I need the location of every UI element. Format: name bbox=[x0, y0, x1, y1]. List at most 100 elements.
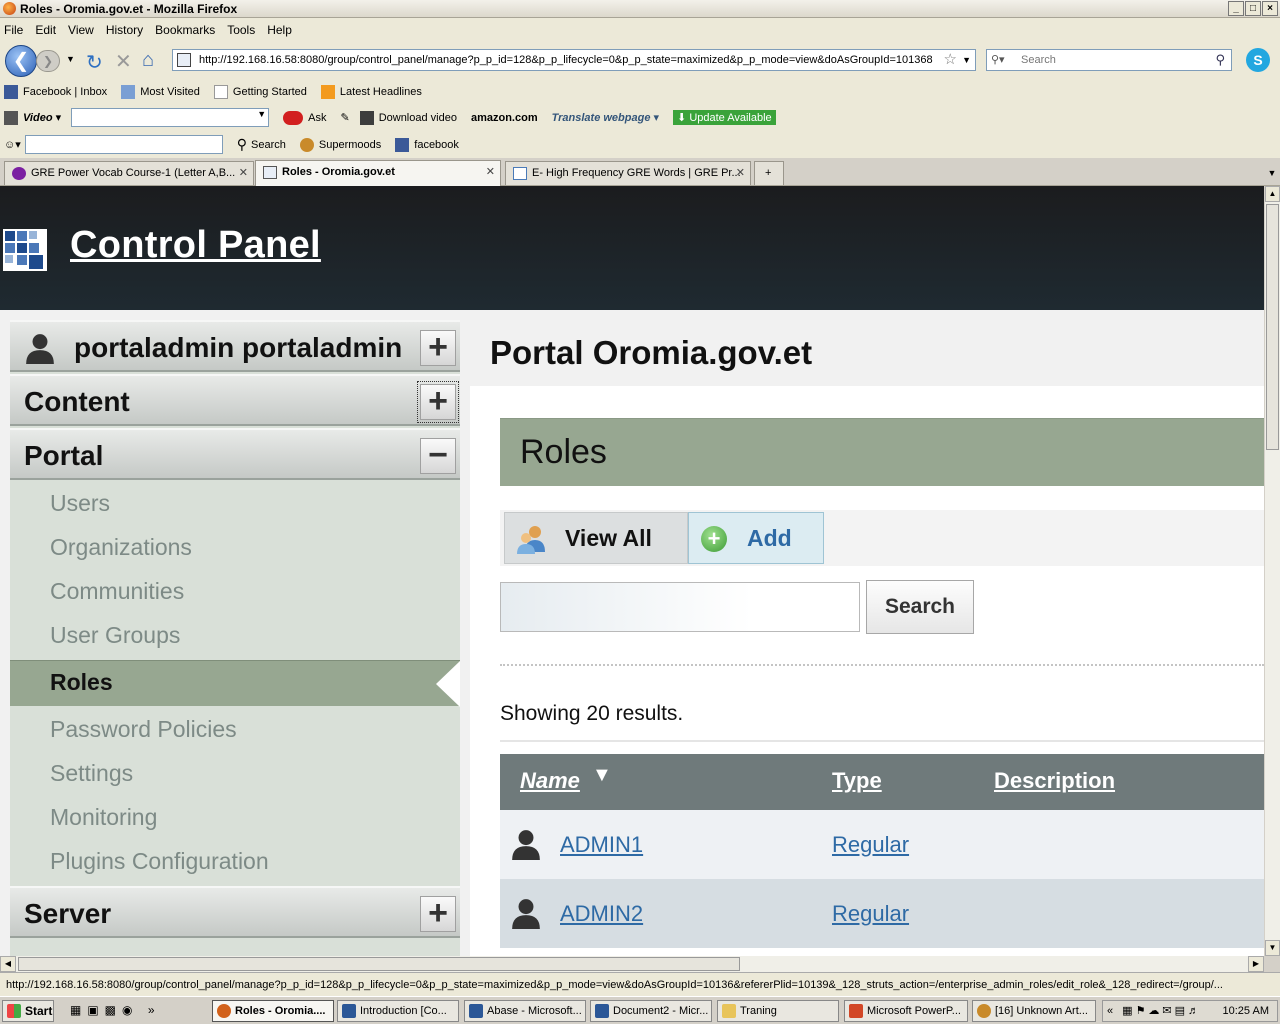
sidebar-item-settings[interactable]: Settings bbox=[50, 760, 133, 787]
back-button[interactable]: ❮ bbox=[5, 45, 37, 77]
skype-icon[interactable]: S bbox=[1246, 48, 1270, 72]
url-input[interactable]: http://192.168.16.58:8080/group/control_… bbox=[172, 49, 976, 71]
sidebar-item-users[interactable]: Users bbox=[50, 490, 110, 517]
bookmark-star-icon[interactable]: ☆ bbox=[943, 50, 957, 70]
scroll-left-arrow[interactable]: ◀ bbox=[0, 956, 16, 972]
expand-plus-icon[interactable]: + bbox=[420, 330, 456, 366]
tray-icons[interactable]: « ▦⚑☁✉▤♬ bbox=[1107, 1001, 1202, 1021]
amazon-button[interactable]: amazon.com bbox=[471, 112, 538, 124]
collapse-minus-icon[interactable]: − bbox=[420, 438, 456, 474]
clock[interactable]: 10:25 AM bbox=[1223, 1005, 1269, 1017]
toolbar-search-input[interactable] bbox=[24, 135, 223, 154]
history-dropdown-icon[interactable]: ▼ bbox=[66, 54, 75, 64]
roles-search-input[interactable] bbox=[500, 582, 860, 632]
menu-file[interactable]: File bbox=[4, 23, 23, 37]
ask-button[interactable]: Ask bbox=[283, 110, 326, 125]
bookmark-latest-headlines[interactable]: Latest Headlines bbox=[320, 85, 422, 99]
scroll-down-arrow[interactable]: ▼ bbox=[1265, 940, 1280, 956]
home-icon[interactable]: ⌂ bbox=[142, 49, 154, 72]
translate-button[interactable]: Translate webpage ▾ bbox=[552, 111, 659, 125]
sidebar-section-content[interactable]: Content + bbox=[10, 374, 460, 426]
scroll-up-arrow[interactable]: ▲ bbox=[1265, 186, 1280, 202]
taskbar-item-roles[interactable]: Roles - Oromia.... bbox=[212, 1000, 334, 1022]
menu-history[interactable]: History bbox=[106, 23, 143, 37]
role-name-link[interactable]: ADMIN2 bbox=[560, 901, 643, 927]
sidebar-item-roles-selected[interactable]: Roles bbox=[10, 660, 460, 707]
scroll-right-arrow[interactable]: ▶ bbox=[1248, 956, 1264, 972]
bookmark-most-visited[interactable]: Most Visited bbox=[121, 85, 200, 99]
close-tab-icon[interactable]: ✕ bbox=[736, 162, 745, 184]
start-button[interactable]: Start bbox=[2, 1000, 54, 1022]
arrow-down-icon: ⬇ bbox=[677, 112, 690, 124]
sidebar-item-organizations[interactable]: Organizations bbox=[50, 534, 192, 561]
forward-button[interactable]: ❯ bbox=[36, 50, 60, 72]
download-video-button[interactable]: Download video bbox=[359, 110, 457, 125]
quicklaunch-icons[interactable]: ▦▣▩◉ » bbox=[70, 1003, 161, 1017]
smiley-icon[interactable]: ☺▾ bbox=[4, 138, 21, 151]
tab-gre-power-vocab[interactable]: GRE Power Vocab Course-1 (Letter A,B... ✕ bbox=[4, 161, 254, 185]
toolbar-search-button[interactable]: ⚲ Search bbox=[237, 136, 286, 153]
taskbar-item-unknown-art[interactable]: [16] Unknown Art... bbox=[972, 1000, 1096, 1022]
sidebar-item-plugins-configuration[interactable]: Plugins Configuration bbox=[50, 848, 269, 875]
magnifier-icon[interactable]: ⚲ bbox=[1215, 50, 1225, 70]
role-type-link[interactable]: Regular bbox=[832, 832, 909, 858]
taskbar-item-traning[interactable]: Traning bbox=[717, 1000, 839, 1022]
view-all-tab[interactable]: View All bbox=[504, 512, 688, 564]
pencil-icon[interactable]: ✎ bbox=[340, 111, 349, 124]
menu-help[interactable]: Help bbox=[267, 23, 292, 37]
scroll-thumb[interactable] bbox=[1266, 204, 1279, 450]
expand-plus-icon[interactable]: + bbox=[420, 896, 456, 932]
bookmark-facebook-inbox[interactable]: Facebook | Inbox bbox=[4, 85, 107, 99]
video-select[interactable]: ▼ bbox=[71, 108, 270, 127]
taskbar-item-document2[interactable]: Document2 - Micr... bbox=[590, 1000, 712, 1022]
sidebar-item-password-policies[interactable]: Password Policies bbox=[50, 716, 237, 743]
sidebar-portal-label: Portal bbox=[24, 440, 104, 471]
control-panel-title[interactable]: Control Panel bbox=[70, 224, 321, 267]
close-tab-icon[interactable]: ✕ bbox=[239, 162, 248, 184]
new-tab-button[interactable]: + bbox=[754, 161, 784, 185]
add-role-tab[interactable]: + Add bbox=[688, 512, 824, 564]
reload-icon[interactable]: ↻ bbox=[86, 50, 103, 75]
search-button[interactable]: Search bbox=[866, 580, 974, 634]
expand-plus-icon[interactable]: + bbox=[417, 381, 459, 423]
tab-high-frequency-gre[interactable]: E- High Frequency GRE Words | GRE Pr... ✕ bbox=[505, 161, 751, 185]
menu-tools[interactable]: Tools bbox=[227, 23, 255, 37]
vertical-scrollbar[interactable]: ▲ ▼ bbox=[1264, 186, 1280, 956]
search-input[interactable]: ⚲▾ Search ⚲ bbox=[986, 49, 1232, 71]
supermoods-button[interactable]: Supermoods bbox=[299, 137, 381, 152]
role-name-link[interactable]: ADMIN1 bbox=[560, 832, 643, 858]
column-description-header[interactable]: Description bbox=[994, 768, 1115, 794]
menu-edit[interactable]: Edit bbox=[35, 23, 56, 37]
column-name-header[interactable]: Name bbox=[520, 768, 580, 794]
sidebar-section-portal[interactable]: Portal − bbox=[10, 428, 460, 480]
stop-icon[interactable]: ✕ bbox=[115, 49, 132, 74]
minimize-button[interactable]: _ bbox=[1228, 1, 1244, 16]
tab-roles[interactable]: Roles - Oromia.gov.et ✕ bbox=[255, 160, 501, 186]
bookmark-getting-started[interactable]: Getting Started bbox=[213, 85, 307, 99]
tab-list-button[interactable]: ▼ bbox=[1264, 162, 1280, 184]
video-menu[interactable]: Video ▾ bbox=[4, 110, 61, 125]
role-type-link[interactable]: Regular bbox=[832, 901, 909, 927]
h-scroll-thumb[interactable] bbox=[18, 957, 740, 971]
menu-bookmarks[interactable]: Bookmarks bbox=[155, 23, 215, 37]
sort-descending-icon[interactable]: ▼ bbox=[592, 764, 612, 787]
close-tab-icon[interactable]: ✕ bbox=[486, 161, 495, 183]
search-engine-icon[interactable]: ⚲▾ bbox=[991, 50, 1005, 70]
control-panel-header: Control Panel bbox=[0, 186, 1264, 310]
url-dropdown-icon[interactable]: ▼ bbox=[962, 50, 971, 70]
sidebar-item-user-groups[interactable]: User Groups bbox=[50, 622, 180, 649]
menu-view[interactable]: View bbox=[68, 23, 94, 37]
taskbar-item-introduction[interactable]: Introduction [Co... bbox=[337, 1000, 459, 1022]
taskbar-item-abase[interactable]: Abase - Microsoft... bbox=[464, 1000, 586, 1022]
facebook-button[interactable]: facebook bbox=[395, 137, 459, 152]
sidebar-section-user[interactable]: portaladmin portaladmin + bbox=[10, 320, 460, 372]
horizontal-scrollbar[interactable]: ◀ ▶ bbox=[0, 956, 1264, 972]
taskbar-item-powerpoint[interactable]: Microsoft PowerP... bbox=[844, 1000, 968, 1022]
sidebar-item-monitoring[interactable]: Monitoring bbox=[50, 804, 157, 831]
restore-button[interactable]: □ bbox=[1245, 1, 1261, 16]
column-type-header[interactable]: Type bbox=[832, 768, 882, 794]
update-available-button[interactable]: ⬇ Update Available bbox=[673, 110, 776, 125]
sidebar-section-server[interactable]: Server + bbox=[10, 886, 460, 938]
sidebar-item-communities[interactable]: Communities bbox=[50, 578, 184, 605]
close-button[interactable]: × bbox=[1262, 1, 1278, 16]
